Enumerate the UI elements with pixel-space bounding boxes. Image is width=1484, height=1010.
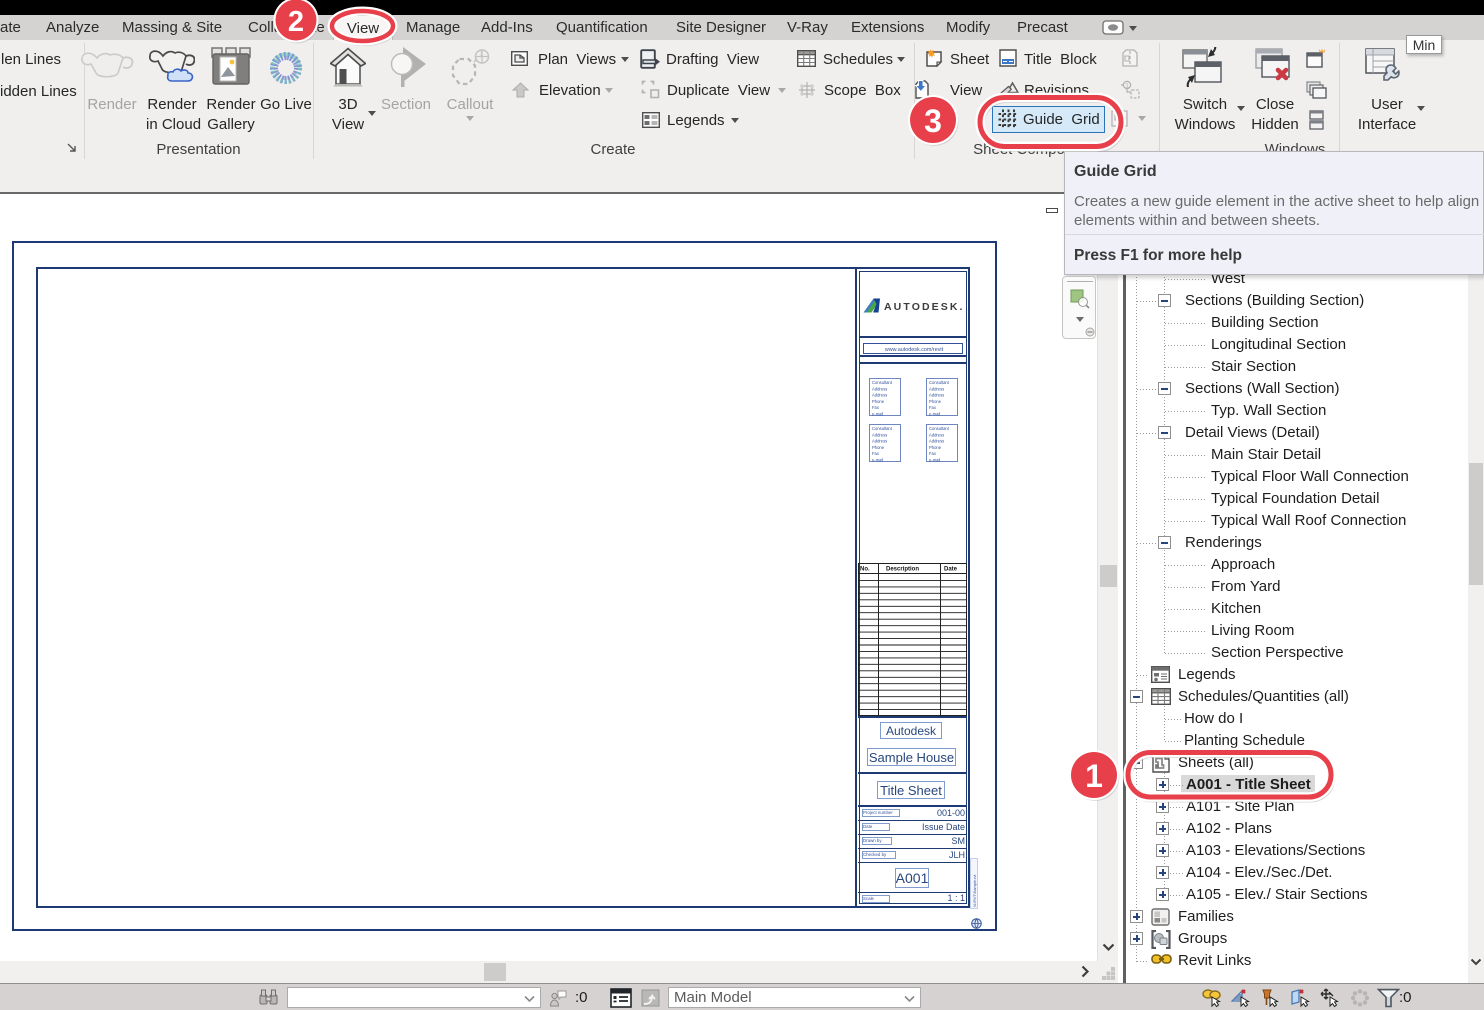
svg-text:N:\RVT\Sample.rvt: N:\RVT\Sample.rvt xyxy=(972,874,977,907)
svg-text:1: 1 xyxy=(480,52,483,58)
svg-text:AUTODESK.: AUTODESK. xyxy=(884,301,965,313)
svg-text:1: 1 xyxy=(1125,82,1129,89)
